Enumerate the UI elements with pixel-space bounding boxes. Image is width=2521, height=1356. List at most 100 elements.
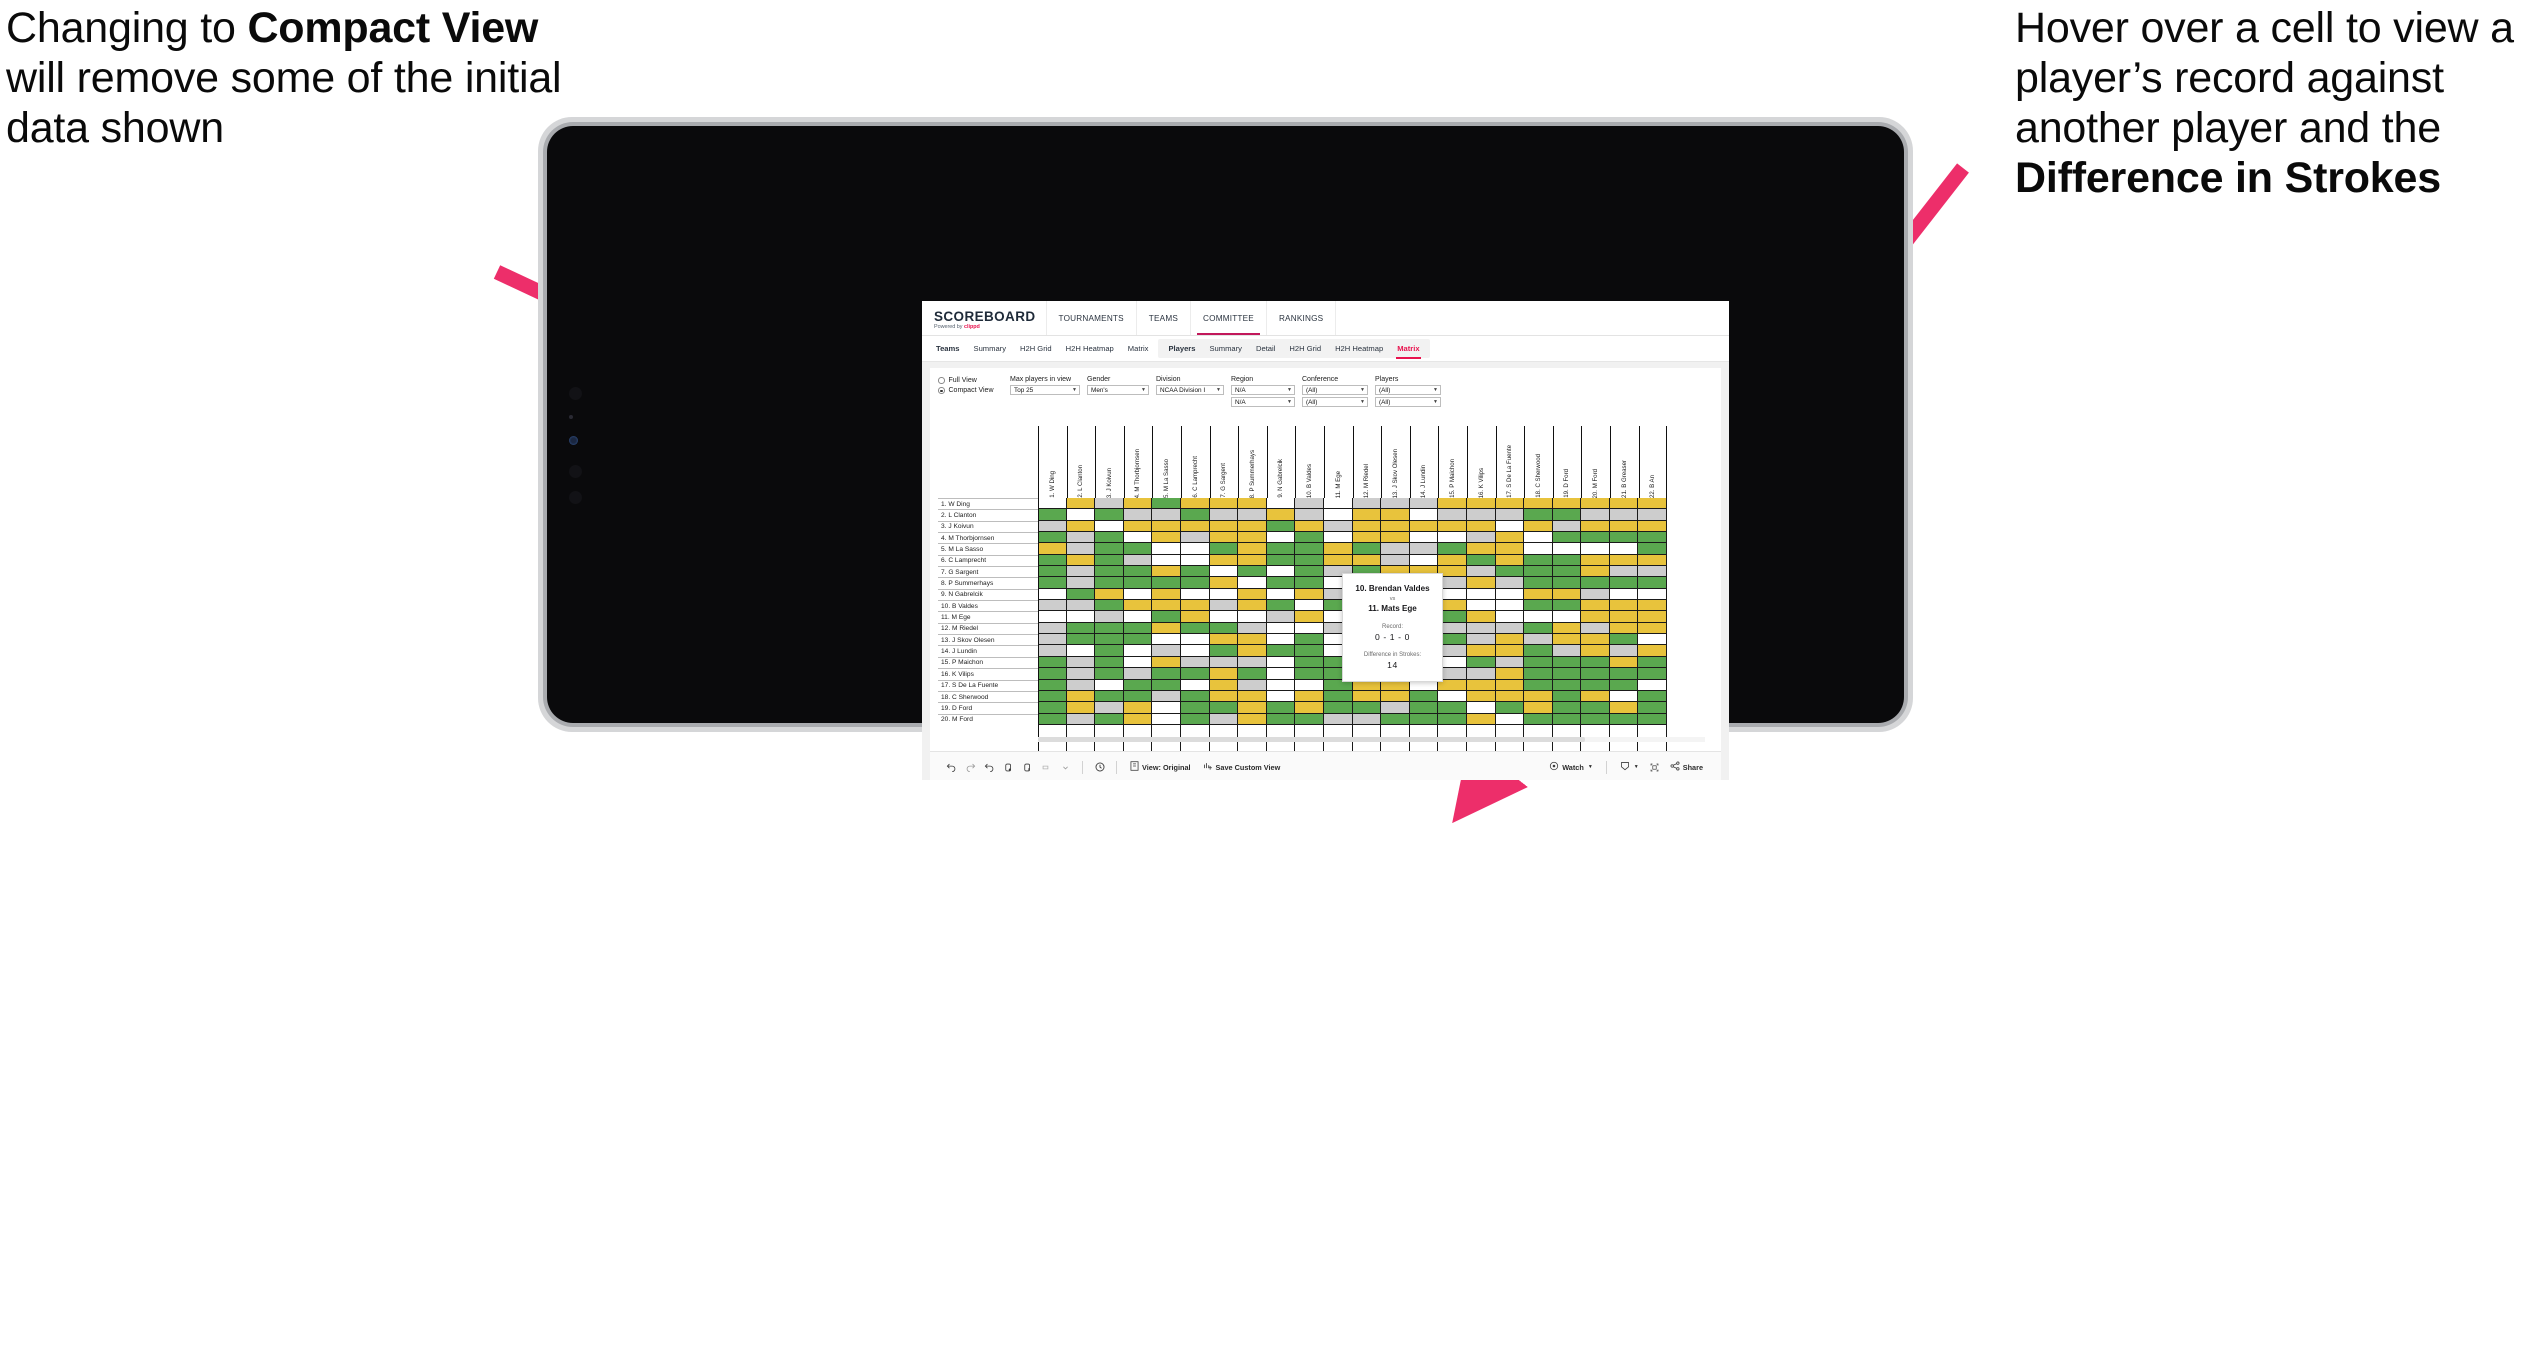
- matrix-cell[interactable]: [1466, 668, 1496, 680]
- matrix-cell[interactable]: [1609, 690, 1639, 703]
- matrix-col-header[interactable]: 21. B Greaser: [1610, 426, 1639, 498]
- matrix-cell[interactable]: [1495, 702, 1525, 714]
- matrix-col-header[interactable]: 10. B Valdes: [1295, 426, 1324, 498]
- matrix-cell[interactable]: [1266, 679, 1296, 691]
- matrix-cell[interactable]: [1180, 554, 1210, 567]
- matrix-cell[interactable]: [1381, 690, 1410, 703]
- view-original-button[interactable]: View: Original: [1124, 761, 1197, 773]
- matrix-cell[interactable]: [1381, 498, 1410, 510]
- matrix-cell[interactable]: [1180, 713, 1210, 725]
- matrix-cell[interactable]: [1524, 532, 1553, 544]
- matrix-cell[interactable]: [1581, 498, 1610, 510]
- matrix-cell[interactable]: [1552, 679, 1582, 691]
- matrix-cell[interactable]: [1095, 509, 1124, 521]
- chevron-down-icon[interactable]: [1056, 758, 1075, 777]
- matrix-cell[interactable]: [1295, 645, 1324, 657]
- matrix-cell[interactable]: [1038, 600, 1067, 612]
- matrix-cell[interactable]: [1180, 543, 1210, 555]
- matrix-col-header[interactable]: 16. K Vilips: [1467, 426, 1496, 498]
- matrix-cell[interactable]: [1038, 577, 1067, 589]
- select-region[interactable]: N/A ▼: [1231, 385, 1295, 395]
- matrix-cell[interactable]: [1180, 566, 1210, 578]
- matrix-cell[interactable]: [1495, 622, 1525, 635]
- matrix-cell[interactable]: [1552, 656, 1582, 669]
- matrix-cell[interactable]: [1066, 498, 1096, 510]
- matrix-cell[interactable]: [1438, 702, 1467, 714]
- matrix-cell[interactable]: [1524, 520, 1553, 533]
- matrix-cell[interactable]: [1209, 690, 1239, 703]
- matrix-cell[interactable]: [1238, 702, 1267, 714]
- matrix-cell[interactable]: [1352, 509, 1382, 521]
- matrix-cell[interactable]: [1180, 600, 1210, 612]
- redo-icon[interactable]: [961, 758, 980, 777]
- matrix-cell[interactable]: [1381, 702, 1410, 714]
- matrix-cell[interactable]: [1209, 679, 1239, 691]
- refresh-data-icon[interactable]: [999, 758, 1018, 777]
- matrix-cell[interactable]: [1152, 622, 1181, 635]
- matrix-cell[interactable]: [1295, 588, 1324, 601]
- matrix-cell[interactable]: [1552, 509, 1582, 521]
- matrix-cell[interactable]: [1266, 588, 1296, 601]
- matrix-cell[interactable]: [1066, 611, 1096, 623]
- matrix-cell[interactable]: [1152, 554, 1181, 567]
- matrix-cell[interactable]: [1609, 543, 1639, 555]
- matrix-cell[interactable]: [1095, 690, 1124, 703]
- matrix-row-label[interactable]: 15. P Maichon: [938, 656, 1038, 669]
- matrix-cell[interactable]: [1038, 532, 1067, 544]
- matrix-cell[interactable]: [1266, 600, 1296, 612]
- matrix-cell[interactable]: [1266, 532, 1296, 544]
- matrix-cell[interactable]: [1638, 622, 1668, 635]
- matrix-cell[interactable]: [1038, 690, 1067, 703]
- matrix-cell[interactable]: [1466, 690, 1496, 703]
- matrix-cell[interactable]: [1495, 554, 1525, 567]
- matrix-cell[interactable]: [1524, 690, 1553, 703]
- matrix-row-label[interactable]: 6. C Lamprecht: [938, 554, 1038, 567]
- matrix-cell[interactable]: [1295, 690, 1324, 703]
- matrix-cell[interactable]: [1581, 509, 1610, 521]
- matrix-cell[interactable]: [1352, 498, 1382, 510]
- matrix-cell[interactable]: [1238, 554, 1267, 567]
- matrix-cell[interactable]: [1495, 645, 1525, 657]
- matrix-cell[interactable]: [1123, 645, 1153, 657]
- matrix-cell[interactable]: [1095, 577, 1124, 589]
- matrix-cell[interactable]: [1409, 702, 1439, 714]
- nav-item-committee[interactable]: COMMITTEE: [1190, 301, 1266, 335]
- matrix-cell[interactable]: [1524, 622, 1553, 635]
- matrix-cell[interactable]: [1066, 622, 1096, 635]
- matrix-cell[interactable]: [1495, 588, 1525, 601]
- matrix-cell[interactable]: [1123, 498, 1153, 510]
- matrix-cell[interactable]: [1295, 634, 1324, 646]
- tab-player-summary[interactable]: Summary: [1202, 339, 1249, 358]
- matrix-col-header[interactable]: 8. P Summerhays: [1238, 426, 1267, 498]
- matrix-cell[interactable]: [1323, 554, 1353, 567]
- matrix-cell[interactable]: [1123, 566, 1153, 578]
- matrix-cell[interactable]: [1638, 509, 1668, 521]
- matrix-cell[interactable]: [1238, 645, 1267, 657]
- matrix-cell[interactable]: [1123, 713, 1153, 725]
- matrix-cell[interactable]: [1552, 702, 1582, 714]
- matrix-cell[interactable]: [1524, 588, 1553, 601]
- matrix-cell[interactable]: [1238, 577, 1267, 589]
- matrix-cell[interactable]: [1609, 577, 1639, 589]
- matrix-cell[interactable]: [1466, 645, 1496, 657]
- matrix-cell[interactable]: [1466, 498, 1496, 510]
- matrix-cell[interactable]: [1266, 498, 1296, 510]
- matrix-cell[interactable]: [1495, 679, 1525, 691]
- matrix-cell[interactable]: [1552, 543, 1582, 555]
- matrix-cell[interactable]: [1352, 532, 1382, 544]
- undo-icon[interactable]: [942, 758, 961, 777]
- matrix-cell[interactable]: [1524, 702, 1553, 714]
- matrix-cell[interactable]: [1152, 588, 1181, 601]
- matrix-cell[interactable]: [1352, 690, 1382, 703]
- tab-player-h2h-grid[interactable]: H2H Grid: [1282, 339, 1328, 358]
- horizontal-scrollbar[interactable]: [1038, 737, 1705, 742]
- matrix-cell[interactable]: [1581, 577, 1610, 589]
- matrix-cell[interactable]: [1495, 566, 1525, 578]
- matrix-cell[interactable]: [1209, 622, 1239, 635]
- matrix-cell[interactable]: [1038, 611, 1067, 623]
- matrix-cell[interactable]: [1066, 702, 1096, 714]
- matrix-cell[interactable]: [1180, 532, 1210, 544]
- matrix-cell[interactable]: [1209, 668, 1239, 680]
- matrix-cell[interactable]: [1123, 690, 1153, 703]
- matrix-cell[interactable]: [1066, 600, 1096, 612]
